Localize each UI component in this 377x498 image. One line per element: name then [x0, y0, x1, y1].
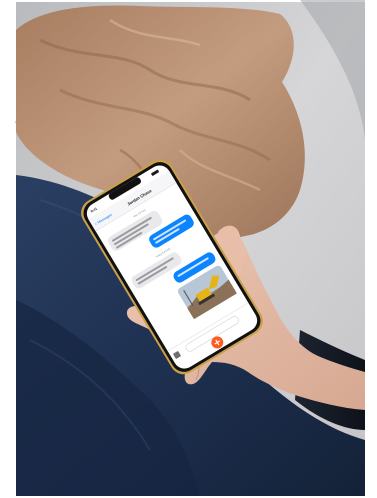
- photo-scene: 9:41 < Messages Jordan Chase Mar 14 9:41…: [0, 0, 377, 498]
- background-photo: [0, 0, 377, 498]
